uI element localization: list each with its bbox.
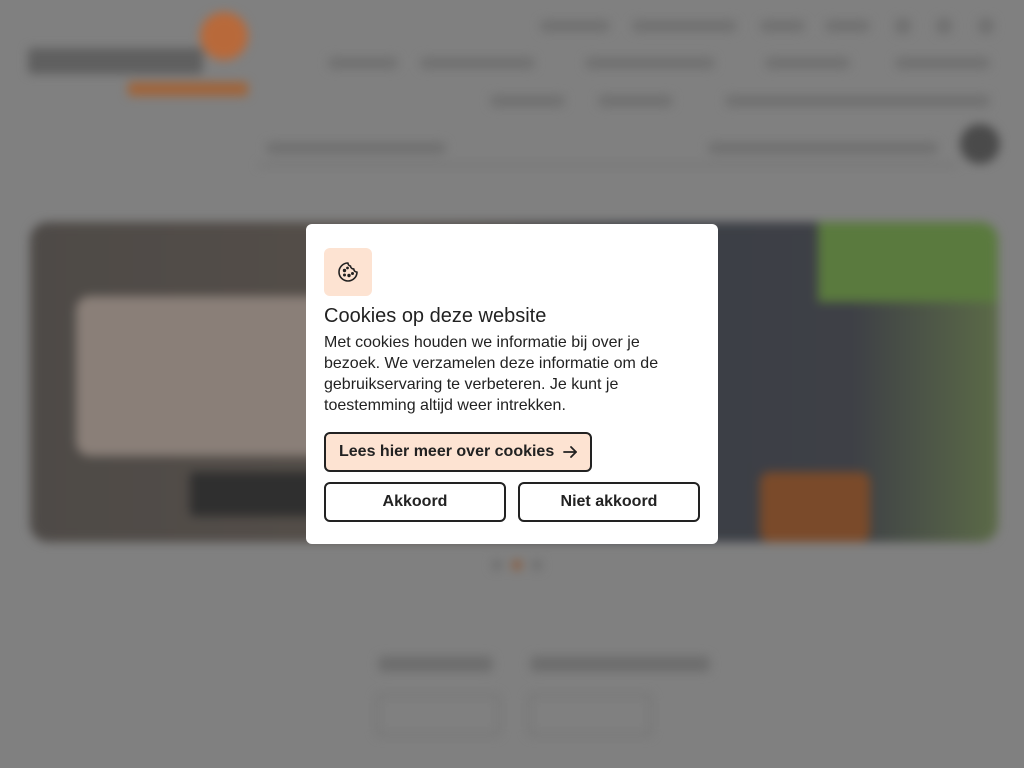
modal-overlay: Cookies op deze website Met cookies houd… [0,0,1024,768]
arrow-right-icon [563,446,578,458]
cookie-consent-dialog: Cookies op deze website Met cookies houd… [306,224,718,544]
decline-button[interactable]: Niet akkoord [518,482,700,522]
dialog-title: Cookies op deze website [324,305,547,327]
accept-button[interactable]: Akkoord [324,482,506,522]
cookie-icon [324,248,372,296]
consent-button-row: Akkoord Niet akkoord [324,482,700,522]
dialog-description: Met cookies houden we informatie bij ove… [324,334,659,414]
page: Cookies op deze website Met cookies houd… [0,0,1024,768]
read-more-cookies-button[interactable]: Lees hier meer over cookies [324,432,593,472]
read-more-label: Lees hier meer over cookies [339,443,555,460]
